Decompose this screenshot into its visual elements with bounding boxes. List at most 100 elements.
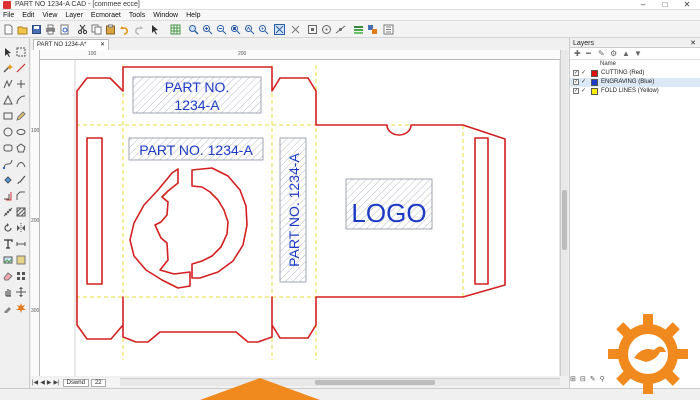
rename-icon[interactable]: ✎ [590,375,596,383]
pointer-tool-icon[interactable] [150,24,161,35]
menu-layer[interactable]: Layer [65,12,83,19]
snap-endpoint-icon[interactable] [307,24,318,35]
sheet-last-button[interactable]: ▶| [53,379,59,386]
mirror-tool-icon[interactable] [16,223,26,233]
new-file-icon[interactable] [3,24,14,35]
sheet-tab[interactable]: 22 [90,378,106,387]
zoom-in-icon[interactable] [202,24,213,35]
arc-tool-icon[interactable] [16,95,26,105]
scroll-thumb[interactable] [315,380,435,385]
pan-hand-icon[interactable] [3,287,13,297]
zoom-out-icon[interactable] [216,24,227,35]
layer-row[interactable]: ✓ ✓ CUTTING (Red) [570,69,700,78]
edit-layer-icon[interactable]: ✎ [598,49,605,58]
remove-layer-icon[interactable]: ━ [586,49,591,58]
ellipse-tool-icon[interactable] [16,127,26,137]
magic-wand-icon[interactable] [3,63,13,73]
zoom-window-icon[interactable] [188,24,199,35]
print-preview-icon[interactable] [59,24,70,35]
add-layer-icon[interactable]: ✚ [574,49,581,58]
layer-visible-checkbox[interactable]: ✓ [573,88,579,94]
close-panel-icon[interactable]: ✕ [690,39,696,47]
redo-icon[interactable] [133,24,144,35]
layer-row[interactable]: ✓ ✓ ENGRAVING (Blue) [570,78,700,87]
zoom-selection-icon[interactable] [258,24,269,35]
select-tool-icon[interactable] [3,47,13,57]
pencil-tool-icon[interactable] [16,111,26,121]
collapse-icon[interactable]: ⊟ [580,375,586,383]
block-list-icon[interactable] [367,24,378,35]
layer-color-swatch[interactable] [591,79,598,86]
circle-tool-icon[interactable] [3,127,13,137]
rectangle-tool-icon[interactable] [3,111,13,121]
sheet-next-button[interactable]: ▶ [47,379,52,386]
menu-view[interactable]: View [42,12,57,19]
array-tool-icon[interactable] [16,271,26,281]
rounded-rect-icon[interactable] [3,143,13,153]
layer-visible-checkbox[interactable]: ✓ [573,79,579,85]
sheet-tab[interactable]: Dswnd [62,378,89,387]
horizontal-scrollbar[interactable] [120,378,560,386]
move-tool-icon[interactable] [16,287,26,297]
layer-row[interactable]: ✓ ✓ FOLD LINES (Yellow) [570,87,700,96]
triangle-tool-icon[interactable] [3,95,13,105]
find-icon[interactable]: ⚲ [600,375,605,383]
sheet-prev-button[interactable]: ◀ [40,379,45,386]
document-tab[interactable]: PART NO 1234-A* ✕ [33,39,109,50]
image-tool-icon[interactable] [3,255,13,265]
zoom-previous-icon[interactable] [244,24,255,35]
layer-list-icon[interactable] [353,24,364,35]
snap-center-icon[interactable] [321,24,332,35]
chamfer-tool-icon[interactable] [16,191,26,201]
scroll-thumb[interactable] [562,190,567,250]
vertical-scrollbar[interactable] [560,50,568,376]
move-layer-up-icon[interactable]: ▲ [622,49,630,58]
text-tool-icon[interactable] [3,239,13,249]
expand-icon[interactable]: ⊞ [570,375,576,383]
cut-icon[interactable] [77,24,88,35]
properties-icon[interactable] [383,24,394,35]
menu-help[interactable]: Help [186,12,200,19]
print-icon[interactable] [45,24,56,35]
menu-edit[interactable]: Edit [22,12,34,19]
menu-file[interactable]: File [3,12,14,19]
layer-visible-checkbox[interactable]: ✓ [573,70,579,76]
brush-tool-icon[interactable] [16,175,26,185]
move-layer-down-icon[interactable]: ▼ [634,49,642,58]
polygon-tool-icon[interactable] [16,143,26,153]
eraser-tool-icon[interactable] [3,271,13,281]
drawing-canvas[interactable]: PART NO. 1234-A PART NO. 1234-A PART NO.… [40,60,560,376]
rotate-tool-icon[interactable] [3,223,13,233]
menu-tools[interactable]: Tools [129,12,145,19]
hatch-tool-icon[interactable] [16,207,26,217]
polyline-icon[interactable] [3,79,13,89]
pick-color-icon[interactable] [3,303,13,313]
zoom-extents-icon[interactable] [230,24,241,35]
snap-grid-icon[interactable] [274,24,285,35]
measure-tool-icon[interactable] [3,207,13,217]
node-edit-icon[interactable] [3,159,13,169]
close-button[interactable]: ✕ [676,0,698,10]
line-tool-icon[interactable] [16,63,26,73]
fill-tool-icon[interactable] [3,175,13,185]
undo-icon[interactable] [119,24,130,35]
copy-icon[interactable] [91,24,102,35]
grid-icon[interactable] [170,24,181,35]
sheet-first-button[interactable]: |◀ [32,379,38,386]
rectangle-select-icon[interactable] [16,47,26,57]
snap-middle-icon[interactable] [335,24,346,35]
dimension-tool-icon[interactable] [16,239,26,249]
snap-free-icon[interactable] [290,24,301,35]
layer-color-swatch[interactable] [591,70,598,77]
block-insert-icon[interactable] [16,255,26,265]
bezier-tool-icon[interactable] [16,159,26,169]
open-folder-icon[interactable] [17,24,28,35]
maximize-button[interactable]: □ [654,0,676,10]
close-tab-icon[interactable]: ✕ [100,41,105,48]
layer-settings-icon[interactable]: ⚙ [610,49,617,58]
minimize-button[interactable]: – [632,0,654,10]
trim-tool-icon[interactable] [16,79,26,89]
offset-tool-icon[interactable] [3,191,13,201]
save-icon[interactable] [31,24,42,35]
layer-color-swatch[interactable] [591,88,598,95]
